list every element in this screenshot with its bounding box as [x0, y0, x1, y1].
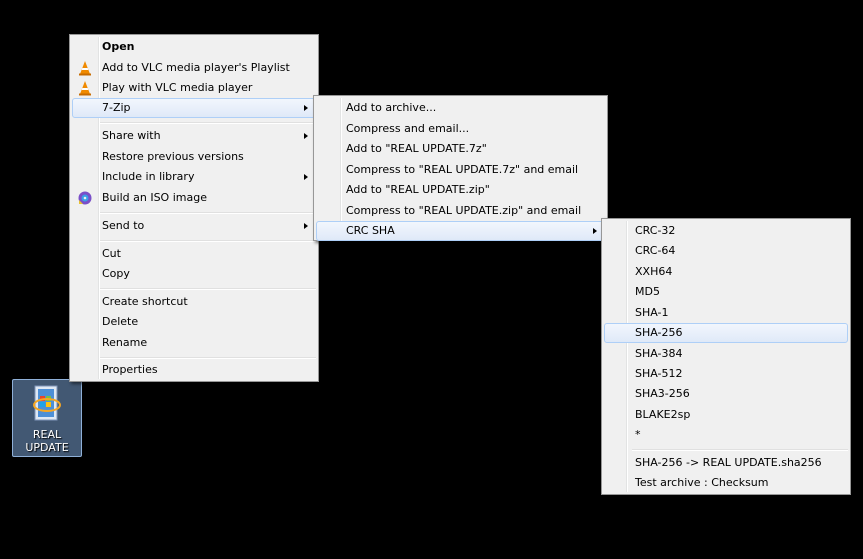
menu-item-share-with[interactable]: Share with — [72, 126, 316, 146]
menu-item-label: SHA3-256 — [635, 387, 690, 400]
menu-item-label: Compress and email... — [346, 122, 470, 135]
submenu-arrow-icon — [593, 228, 597, 234]
menu-item-label: Open — [102, 40, 135, 53]
menu-item-7zip[interactable]: 7-Zip — [72, 98, 316, 118]
menu-item-label: Add to archive... — [346, 101, 437, 114]
menu-item-label: Properties — [102, 363, 158, 376]
menu-item-label: SHA-256 -> REAL UPDATE.sha256 — [635, 456, 822, 469]
menu-item-copy[interactable]: Copy — [72, 264, 316, 284]
submenu-item-crc-sha[interactable]: CRC SHA — [316, 221, 605, 241]
hash-item-md5[interactable]: MD5 — [604, 282, 848, 302]
menu-item-open[interactable]: Open — [72, 37, 316, 57]
menu-separator — [100, 212, 316, 214]
submenu-arrow-icon — [304, 105, 308, 111]
desktop-file-icon[interactable]: REAL UPDATE — [12, 379, 82, 457]
menu-item-label: SHA-384 — [635, 347, 683, 360]
hash-item-blake2sp[interactable]: BLAKE2sp — [604, 405, 848, 425]
menu-separator — [100, 122, 316, 124]
submenu-item-add-7z[interactable]: Add to "REAL UPDATE.7z" — [316, 139, 605, 159]
menu-item-label: Add to "REAL UPDATE.zip" — [346, 183, 490, 196]
menu-item-label: XXH64 — [635, 265, 673, 278]
submenu-item-add-to-archive[interactable]: Add to archive... — [316, 98, 605, 118]
hash-item-sha256[interactable]: SHA-256 — [604, 323, 848, 343]
menu-item-label: * — [635, 428, 641, 441]
vlc-cone-icon — [79, 81, 91, 96]
submenu-arrow-icon — [304, 223, 308, 229]
vlc-cone-icon — [79, 61, 91, 76]
menu-item-label: Send to — [102, 219, 145, 232]
menu-item-label: SHA-256 — [635, 326, 683, 339]
submenu-item-add-zip[interactable]: Add to "REAL UPDATE.zip" — [316, 180, 605, 200]
menu-item-label: MD5 — [635, 285, 660, 298]
hash-item-xxh64[interactable]: XXH64 — [604, 262, 848, 282]
menu-item-label: Rename — [102, 336, 148, 349]
menu-item-build-iso[interactable]: Build an ISO image — [72, 188, 316, 208]
menu-item-label: Play with VLC media player — [102, 81, 253, 94]
menu-item-label: Add to "REAL UPDATE.7z" — [346, 142, 487, 155]
menu-item-label: Delete — [102, 315, 139, 328]
hash-item-all[interactable]: * — [604, 425, 848, 445]
menu-item-label: Cut — [102, 247, 121, 260]
menu-item-label: CRC SHA — [346, 224, 395, 237]
menu-item-label: Include in library — [102, 170, 195, 183]
menu-item-properties[interactable]: Properties — [72, 360, 316, 380]
menu-item-label: Test archive : Checksum — [635, 476, 769, 489]
menu-item-label: Add to VLC media player's Playlist — [102, 61, 290, 74]
menu-item-label: BLAKE2sp — [635, 408, 691, 421]
menu-item-label: Create shortcut — [102, 295, 188, 308]
menu-item-vlc-play[interactable]: Play with VLC media player — [72, 78, 316, 98]
menu-separator — [100, 240, 316, 242]
menu-item-label: 7-Zip — [102, 101, 131, 114]
hash-item-sha3-256[interactable]: SHA3-256 — [604, 384, 848, 404]
hash-item-sha1[interactable]: SHA-1 — [604, 303, 848, 323]
menu-item-label: Compress to "REAL UPDATE.7z" and email — [346, 163, 579, 176]
menu-item-label: Share with — [102, 129, 161, 142]
menu-item-label: Copy — [102, 267, 130, 280]
menu-item-label: Restore previous versions — [102, 150, 244, 163]
menu-item-label: Build an ISO image — [102, 191, 207, 204]
menu-item-rename[interactable]: Rename — [72, 333, 316, 353]
menu-item-label: CRC-64 — [635, 244, 676, 257]
menu-item-label: Compress to "REAL UPDATE.zip" and email — [346, 204, 582, 217]
submenu-arrow-icon — [304, 174, 308, 180]
iso-disc-icon — [78, 191, 92, 205]
hash-item-sha256-to-file[interactable]: SHA-256 -> REAL UPDATE.sha256 — [604, 453, 848, 473]
crc-sha-submenu: CRC-32 CRC-64 XXH64 MD5 SHA-1 SHA-256 SH… — [601, 218, 851, 495]
sevenzip-submenu: Add to archive... Compress and email... … — [313, 95, 608, 241]
hash-item-sha384[interactable]: SHA-384 — [604, 344, 848, 364]
menu-item-create-shortcut[interactable]: Create shortcut — [72, 292, 316, 312]
desktop-file-label-line1: REAL — [32, 428, 62, 441]
menu-item-label: SHA-1 — [635, 306, 669, 319]
setup-package-icon — [33, 385, 61, 421]
menu-separator — [100, 357, 316, 359]
menu-item-vlc-playlist[interactable]: Add to VLC media player's Playlist — [72, 58, 316, 78]
submenu-item-compress-email[interactable]: Compress and email... — [316, 119, 605, 139]
desktop-file-label: REAL UPDATE — [13, 428, 81, 454]
menu-item-restore-versions[interactable]: Restore previous versions — [72, 147, 316, 167]
hash-item-crc32[interactable]: CRC-32 — [604, 221, 848, 241]
submenu-item-compress-7z-email[interactable]: Compress to "REAL UPDATE.7z" and email — [316, 160, 605, 180]
hash-item-crc64[interactable]: CRC-64 — [604, 241, 848, 261]
menu-item-send-to[interactable]: Send to — [72, 216, 316, 236]
desktop-file-label-line2: UPDATE — [25, 441, 69, 454]
context-menu: Open Add to VLC media player's Playlist … — [69, 34, 319, 382]
menu-item-label: CRC-32 — [635, 224, 676, 237]
menu-item-cut[interactable]: Cut — [72, 244, 316, 264]
submenu-item-compress-zip-email[interactable]: Compress to "REAL UPDATE.zip" and email — [316, 201, 605, 221]
hash-item-sha512[interactable]: SHA-512 — [604, 364, 848, 384]
menu-item-delete[interactable]: Delete — [72, 312, 316, 332]
menu-separator — [632, 449, 848, 451]
menu-separator — [100, 288, 316, 290]
submenu-arrow-icon — [304, 133, 308, 139]
menu-item-label: SHA-512 — [635, 367, 683, 380]
menu-item-include-library[interactable]: Include in library — [72, 167, 316, 187]
hash-item-test-archive-checksum[interactable]: Test archive : Checksum — [604, 473, 848, 493]
